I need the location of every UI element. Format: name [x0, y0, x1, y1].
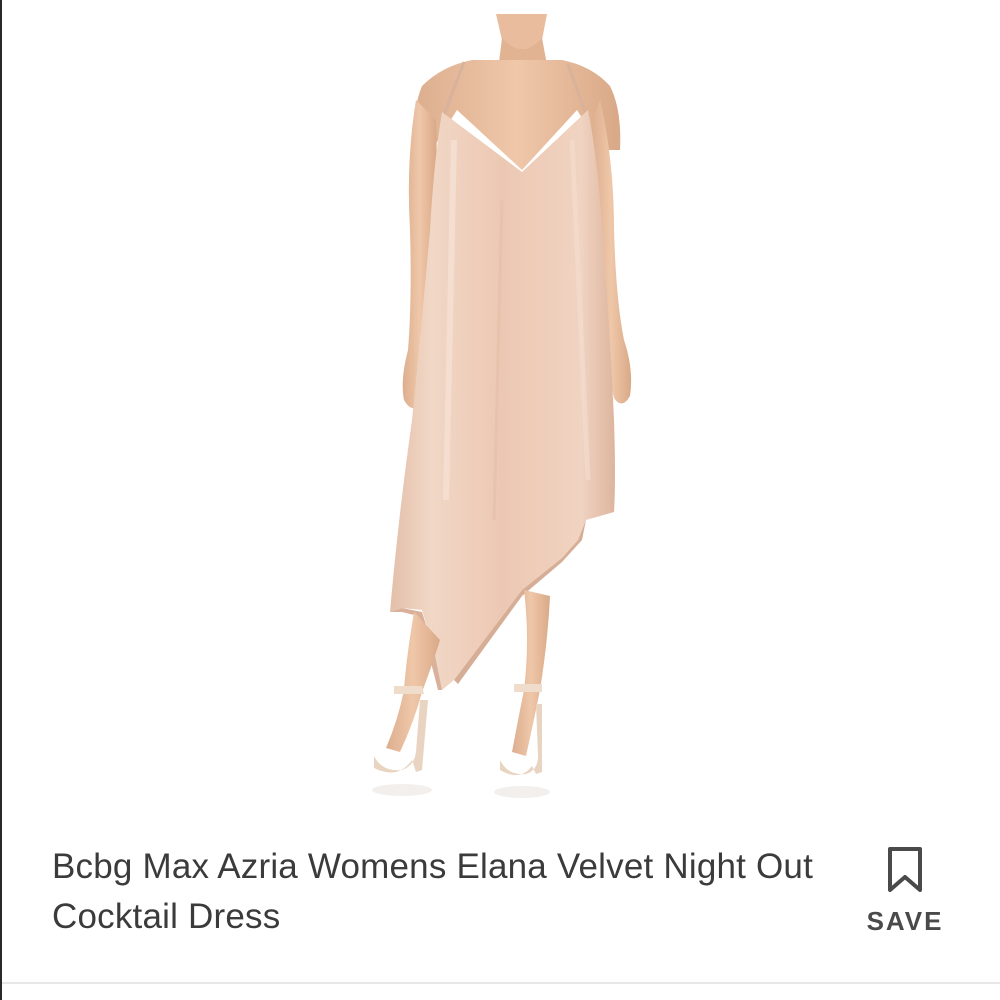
product-image[interactable] [2, 0, 1000, 820]
save-button[interactable]: SAVE [860, 842, 950, 942]
save-label: SAVE [866, 906, 944, 936]
bookmark-icon [886, 846, 924, 894]
divider [2, 982, 1000, 984]
product-card: Bcbg Max Azria Womens Elana Velvet Night… [0, 0, 1000, 1000]
product-title[interactable]: Bcbg Max Azria Womens Elana Velvet Night… [52, 842, 832, 942]
